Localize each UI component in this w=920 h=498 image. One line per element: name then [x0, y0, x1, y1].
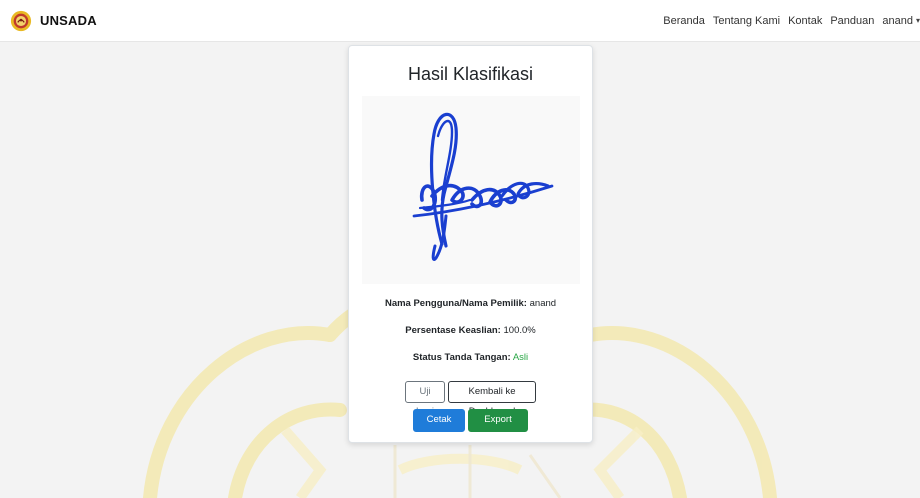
authenticity-percentage: Persentase Keaslian: 100.0% [349, 325, 592, 336]
owner-info: Nama Pengguna/Nama Pemilik: anand [349, 298, 592, 309]
nav-link-beranda[interactable]: Beranda [659, 15, 709, 27]
owner-label: Nama Pengguna/Nama Pemilik: [384, 298, 527, 309]
top-navbar: UNSADA Beranda Tentang Kami Kontak Pandu… [0, 0, 920, 42]
status-badge: Asli [512, 352, 529, 363]
university-logo-icon [10, 10, 32, 31]
retry-button[interactable]: Uji Lagi [405, 381, 445, 417]
result-card: Hasil Klasifikasi Nama Pengguna/Nama Pem… [348, 45, 593, 445]
export-excel-button[interactable]: Export Excel [468, 409, 528, 445]
user-menu[interactable]: anand ▾ [878, 15, 920, 27]
print-pdf-button[interactable]: Cetak PDF [413, 409, 465, 445]
percentage-label: Persentase Keaslian: [405, 325, 501, 336]
status-label: Status Tanda Tangan: [412, 352, 511, 363]
signature-image [412, 112, 553, 261]
nav-links: Beranda Tentang Kami Kontak Panduan anan… [659, 15, 920, 27]
action-row-export: Cetak PDF Export Excel [349, 409, 592, 445]
user-name: anand [882, 14, 913, 27]
chevron-down-icon: ▾ [915, 16, 920, 25]
signature-image-frame [361, 96, 580, 284]
nav-link-tentang-kami[interactable]: Tentang Kami [709, 15, 784, 27]
nav-link-panduan[interactable]: Panduan [826, 15, 878, 27]
page-title: Hasil Klasifikasi [407, 64, 534, 84]
brand[interactable]: UNSADA [10, 10, 97, 32]
signature-status: Status Tanda Tangan: Asli [349, 352, 592, 363]
owner-value: anand [529, 298, 557, 309]
brand-name: UNSADA [40, 13, 97, 28]
nav-link-kontak[interactable]: Kontak [784, 15, 826, 27]
back-to-dashboard-button[interactable]: Kembali ke Dashboard [448, 381, 536, 417]
action-row-primary: Uji Lagi Kembali ke Dashboard [349, 381, 592, 417]
percentage-value: 100.0% [503, 325, 536, 336]
